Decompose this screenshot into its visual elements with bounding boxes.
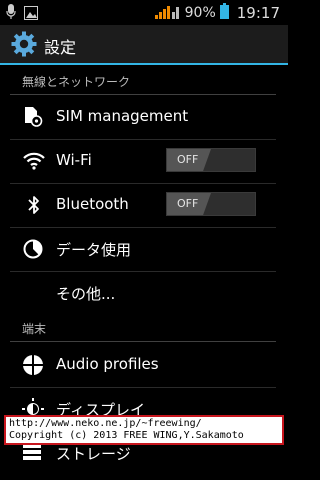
list-item-label: Wi-Fi	[56, 151, 92, 169]
section-divider	[10, 341, 276, 342]
list-item-sim-management[interactable]: SIM management	[0, 95, 288, 139]
list-item-label: データ使用	[56, 241, 132, 259]
toggle-state-label: OFF	[177, 153, 199, 166]
section-header-wireless: 無線とネットワーク	[22, 75, 131, 89]
list-item-audio-profiles[interactable]: Audio profiles	[0, 343, 288, 387]
settings-gear-icon[interactable]	[11, 31, 37, 57]
wifi-toggle[interactable]: OFF	[166, 148, 256, 172]
sim-card-icon	[22, 106, 46, 128]
list-item-label: Bluetooth	[56, 195, 129, 213]
battery-icon	[219, 3, 229, 23]
status-time: 19:17	[236, 4, 280, 22]
section-header-device: 端末	[22, 322, 47, 336]
list-item-label: Audio profiles	[56, 355, 159, 373]
list-item-label: その他...	[56, 285, 116, 303]
watermark-copyright: Copyright (c) 2013 FREE WING,Y.Sakamoto	[9, 430, 244, 441]
status-bar: 90% 19:17	[0, 0, 288, 25]
list-item-wifi[interactable]: Wi-Fi OFF	[0, 139, 288, 183]
bluetooth-toggle[interactable]: OFF	[166, 192, 256, 216]
list-item-more[interactable]: その他...	[0, 271, 288, 315]
bluetooth-icon	[22, 194, 46, 216]
copyright-watermark: http://www.neko.ne.jp/~freewing/ Copyrig…	[4, 415, 284, 445]
action-bar-accent-line	[0, 63, 288, 65]
battery-percent: 90%	[184, 5, 216, 21]
watermark-url: http://www.neko.ne.jp/~freewing/	[9, 418, 202, 429]
data-usage-icon	[22, 238, 46, 260]
storage-icon	[22, 442, 46, 464]
toggle-knob: OFF	[167, 149, 211, 171]
toggle-state-label: OFF	[177, 197, 199, 210]
image-icon	[24, 5, 38, 24]
wifi-icon	[22, 150, 46, 172]
microphone-icon	[6, 4, 16, 24]
audio-profiles-icon	[22, 354, 46, 376]
list-item-bluetooth[interactable]: Bluetooth OFF	[0, 183, 288, 227]
list-item-data-usage[interactable]: データ使用	[0, 227, 288, 271]
list-item-label: ストレージ	[56, 445, 131, 463]
toggle-knob: OFF	[167, 193, 211, 215]
action-bar: 設定	[0, 25, 288, 63]
signal-bars-icon	[154, 3, 181, 23]
page-title: 設定	[44, 38, 77, 57]
list-item-label: SIM management	[56, 107, 189, 125]
